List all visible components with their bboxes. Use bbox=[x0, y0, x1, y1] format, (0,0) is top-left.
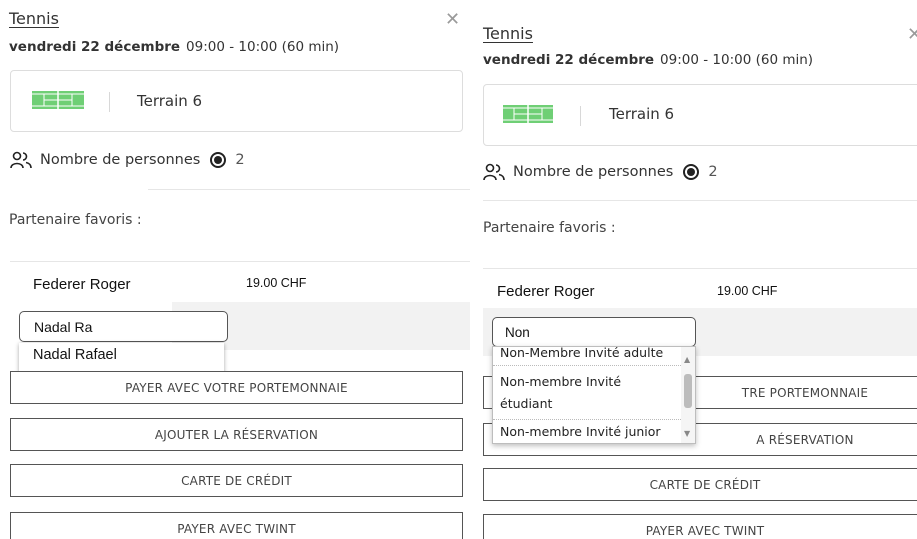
people-label: Nombre de personnes bbox=[513, 164, 674, 180]
player-name: Federer Roger bbox=[497, 283, 595, 300]
player-name: Federer Roger bbox=[33, 276, 131, 293]
pay-twint-button[interactable]: PAYER AVEC TWINT bbox=[10, 512, 463, 539]
dropdown-option[interactable]: Non-membre Invité bbox=[493, 371, 683, 393]
credit-card-button[interactable]: CARTE DE CRÉDIT bbox=[10, 464, 463, 497]
option-divider bbox=[493, 419, 683, 420]
partner-search-input[interactable] bbox=[19, 311, 228, 342]
partner-search-input[interactable] bbox=[492, 317, 696, 347]
people-count: 2 bbox=[235, 152, 245, 168]
booking-panel-right: Tennis ✕ vendredi 22 décembre 09:00 - 10:… bbox=[475, 0, 917, 539]
divider bbox=[483, 268, 917, 269]
credit-card-button[interactable]: CARTE DE CRÉDIT bbox=[483, 468, 917, 501]
booking-panel-left: Tennis ✕ vendredi 22 décembre 09:00 - 10:… bbox=[0, 0, 470, 539]
option-divider bbox=[493, 365, 683, 366]
divider bbox=[10, 261, 470, 262]
dropdown-option[interactable]: Non-Membre Invité adulte bbox=[493, 347, 683, 364]
booking-datetime: vendredi 22 décembre 09:00 - 10:00 (60 mi… bbox=[9, 39, 339, 55]
court-separator bbox=[580, 106, 581, 126]
add-reservation-button[interactable]: AJOUTER LA RÉSERVATION bbox=[10, 418, 463, 451]
people-icon bbox=[10, 151, 32, 169]
court-card: Terrain 6 bbox=[10, 70, 463, 132]
partners-label: Partenaire favoris : bbox=[483, 220, 616, 236]
booking-time: 09:00 - 10:00 (60 min) bbox=[186, 39, 340, 55]
dropdown-option-continued[interactable]: étudiant bbox=[493, 393, 683, 415]
radio-selected-icon[interactable] bbox=[210, 152, 227, 168]
page-title[interactable]: Tennis bbox=[483, 24, 533, 43]
people-label: Nombre de personnes bbox=[40, 152, 201, 168]
court-card: Terrain 6 bbox=[483, 84, 917, 146]
close-icon[interactable]: ✕ bbox=[907, 26, 917, 44]
divider bbox=[148, 189, 470, 190]
court-separator bbox=[109, 92, 110, 112]
player-price: 19.00 CHF bbox=[246, 276, 307, 290]
people-row: Nombre de personnes 2 bbox=[483, 163, 718, 181]
page-title[interactable]: Tennis bbox=[9, 9, 59, 28]
booking-datetime: vendredi 22 décembre 09:00 - 10:00 (60 mi… bbox=[483, 52, 813, 68]
autocomplete-list: Nadal Rafael bbox=[19, 343, 224, 373]
people-icon bbox=[483, 163, 505, 181]
close-icon[interactable]: ✕ bbox=[445, 11, 460, 29]
divider bbox=[483, 200, 917, 201]
pay-twint-button[interactable]: PAYER AVEC TWINT bbox=[483, 514, 917, 539]
booking-date: vendredi 22 décembre bbox=[9, 39, 181, 55]
partners-label: Partenaire favoris : bbox=[9, 212, 142, 228]
booking-time: 09:00 - 10:00 (60 min) bbox=[660, 52, 814, 68]
player-price: 19.00 CHF bbox=[717, 284, 778, 298]
dropdown-options: Non-Membre Invité adulte Non-membre Invi… bbox=[493, 347, 683, 443]
court-name: Terrain 6 bbox=[609, 105, 675, 123]
scrollbar-thumb[interactable] bbox=[684, 374, 692, 408]
tennis-court-icon bbox=[32, 91, 84, 109]
booking-date: vendredi 22 décembre bbox=[483, 52, 655, 68]
autocomplete-item[interactable]: Nadal Rafael bbox=[19, 343, 224, 363]
pay-wallet-button[interactable]: PAYER AVEC VOTRE PORTEMONNAIE bbox=[10, 371, 463, 404]
scroll-up-arrow-icon[interactable]: ▲ bbox=[684, 356, 690, 364]
people-row: Nombre de personnes 2 bbox=[10, 151, 245, 169]
radio-selected-icon[interactable] bbox=[683, 164, 700, 180]
dropdown-scrollbar[interactable]: ▲ ▼ bbox=[681, 347, 695, 443]
people-count: 2 bbox=[708, 164, 718, 180]
court-name: Terrain 6 bbox=[137, 92, 203, 110]
tennis-court-icon bbox=[503, 105, 553, 123]
dropdown-option[interactable]: Non-membre Invité junior bbox=[493, 421, 683, 443]
member-type-dropdown[interactable]: Non-Membre Invité adulte Non-membre Invi… bbox=[492, 346, 696, 444]
scroll-down-arrow-icon[interactable]: ▼ bbox=[684, 430, 690, 438]
